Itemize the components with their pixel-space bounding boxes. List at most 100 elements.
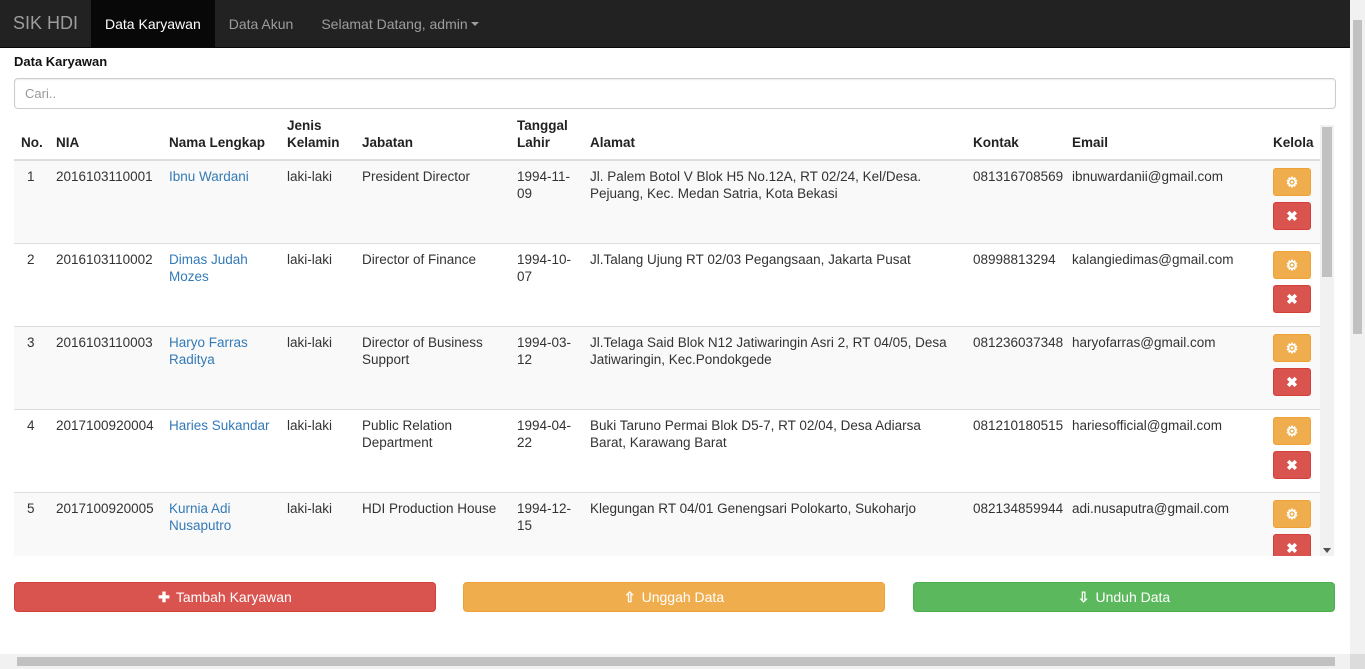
cell-nia: 2017100920005: [49, 492, 162, 556]
brand-link[interactable]: SIK HDI: [0, 0, 91, 47]
table-header-row: No. NIA Nama Lengkap Jenis Kelamin Jabat…: [14, 112, 1320, 161]
nav-data-karyawan[interactable]: Data Karyawan: [91, 0, 215, 47]
th-tanggal-lahir: Tanggal Lahir: [510, 112, 583, 161]
page-vertical-scrollbar-thumb[interactable]: [1353, 20, 1362, 334]
table-row: 3 2016103110003 Haryo Farras Raditya lak…: [14, 326, 1320, 410]
cell-kontak: 08998813294: [966, 243, 1065, 327]
edit-button[interactable]: ⚙: [1273, 500, 1311, 528]
nav-data-akun[interactable]: Data Akun: [215, 0, 308, 47]
employee-name-link[interactable]: Haries Sukandar: [169, 418, 270, 433]
employee-table-container: No. NIA Nama Lengkap Jenis Kelamin Jabat…: [14, 112, 1336, 556]
delete-button[interactable]: ✖: [1273, 368, 1311, 396]
cell-email: haryofarras@gmail.com: [1065, 326, 1266, 410]
cell-alamat: Jl.Talang Ujung RT 02/03 Pegangsaan, Jak…: [583, 243, 966, 327]
cell-jenis-kelamin: laki-laki: [280, 326, 355, 410]
delete-button[interactable]: ✖: [1273, 451, 1311, 479]
edit-button[interactable]: ⚙: [1273, 251, 1311, 279]
cell-email: hariesofficial@gmail.com: [1065, 409, 1266, 493]
cell-nama: Kurnia Adi Nusaputro: [162, 492, 280, 556]
cell-tanggal-lahir: 1994-12-15: [510, 492, 583, 556]
table-row: 2 2016103110002 Dimas Judah Mozes laki-l…: [14, 243, 1320, 327]
user-dropdown-label: Selamat Datang, admin: [321, 15, 468, 32]
cell-jenis-kelamin: laki-laki: [280, 159, 355, 244]
cell-kelola: ⚙ ✖: [1266, 159, 1320, 244]
employee-name-link[interactable]: Ibnu Wardani: [169, 169, 249, 184]
cell-email: kalangiedimas@gmail.com: [1065, 243, 1266, 327]
close-icon: ✖: [1286, 373, 1298, 390]
th-jabatan: Jabatan: [355, 112, 510, 161]
close-icon: ✖: [1286, 539, 1298, 556]
cell-nama: Ibnu Wardani: [162, 159, 280, 244]
cell-no: 3: [14, 326, 49, 410]
close-icon: ✖: [1286, 207, 1298, 224]
table-scrollbar[interactable]: [1320, 125, 1334, 556]
cell-jenis-kelamin: laki-laki: [280, 492, 355, 556]
nav-user-dropdown[interactable]: Selamat Datang, admin: [307, 0, 492, 47]
cell-jabatan: HDI Production House: [355, 492, 510, 556]
cell-email: adi.nusaputra@gmail.com: [1065, 492, 1266, 556]
delete-button[interactable]: ✖: [1273, 285, 1311, 313]
close-icon: ✖: [1286, 290, 1298, 307]
cell-kontak: 082134859944: [966, 492, 1065, 556]
add-employee-button[interactable]: ✚ Tambah Karyawan: [14, 582, 436, 612]
search-input[interactable]: [14, 78, 1336, 109]
delete-button[interactable]: ✖: [1273, 202, 1311, 230]
edit-button[interactable]: ⚙: [1273, 334, 1311, 362]
table-scrollbar-thumb[interactable]: [1322, 127, 1332, 277]
gear-icon: ⚙: [1285, 422, 1299, 439]
upload-data-label: Unggah Data: [641, 589, 725, 605]
table-row: 5 2017100920005 Kurnia Adi Nusaputro lak…: [14, 492, 1320, 556]
download-data-button[interactable]: ⇩ Unduh Data: [913, 582, 1335, 612]
upload-circle-icon: ⇧: [623, 588, 636, 605]
scroll-down-arrow-icon[interactable]: [1323, 548, 1331, 553]
upload-data-button[interactable]: ⇧ Unggah Data: [463, 582, 885, 612]
cell-kelola: ⚙ ✖: [1266, 326, 1320, 410]
cell-kontak: 081210180515: [966, 409, 1065, 493]
table-row: 1 2016103110001 Ibnu Wardani laki-laki P…: [14, 159, 1320, 244]
cell-no: 4: [14, 409, 49, 493]
cell-kontak: 081236037348: [966, 326, 1065, 410]
cell-kelola: ⚙ ✖: [1266, 409, 1320, 493]
cell-alamat: Klegungan RT 04/01 Genengsari Polokarto,…: [583, 492, 966, 556]
caret-down-icon: [470, 21, 479, 26]
th-no: No.: [14, 112, 49, 161]
cell-nia: 2016103110003: [49, 326, 162, 410]
edit-button[interactable]: ⚙: [1273, 417, 1311, 445]
cell-jabatan: Director of Business Support: [355, 326, 510, 410]
th-kontak: Kontak: [966, 112, 1065, 161]
th-jenis-kelamin: Jenis Kelamin: [280, 112, 355, 161]
cell-nama: Haryo Farras Raditya: [162, 326, 280, 410]
cell-jabatan: Director of Finance: [355, 243, 510, 327]
cell-tanggal-lahir: 1994-11-09: [510, 159, 583, 244]
page-horizontal-scrollbar-thumb[interactable]: [17, 657, 1335, 666]
cell-nia: 2017100920004: [49, 409, 162, 493]
cell-jenis-kelamin: laki-laki: [280, 243, 355, 327]
th-nia: NIA: [49, 112, 162, 161]
employee-name-link[interactable]: Haryo Farras Raditya: [169, 335, 248, 367]
gear-icon: ⚙: [1285, 505, 1299, 522]
employee-name-link[interactable]: Kurnia Adi Nusaputro: [169, 501, 231, 533]
plus-icon: ✚: [158, 588, 170, 605]
cell-nama: Dimas Judah Mozes: [162, 243, 280, 327]
th-kelola: Kelola: [1266, 112, 1320, 161]
cell-alamat: Jl. Palem Botol V Blok H5 No.12A, RT 02/…: [583, 159, 966, 244]
cell-tanggal-lahir: 1994-04-22: [510, 409, 583, 493]
page-horizontal-scrollbar[interactable]: [0, 654, 1350, 669]
employee-name-link[interactable]: Dimas Judah Mozes: [169, 252, 248, 284]
add-employee-label: Tambah Karyawan: [175, 589, 292, 605]
page-vertical-scrollbar[interactable]: [1350, 0, 1365, 654]
cell-kelola: ⚙ ✖: [1266, 492, 1320, 556]
cell-alamat: Jl.Telaga Said Blok N12 Jatiwaringin Asr…: [583, 326, 966, 410]
close-icon: ✖: [1286, 456, 1298, 473]
cell-nama: Haries Sukandar: [162, 409, 280, 493]
cell-nia: 2016103110001: [49, 159, 162, 244]
gear-icon: ⚙: [1285, 256, 1299, 273]
cell-kelola: ⚙ ✖: [1266, 243, 1320, 327]
delete-button[interactable]: ✖: [1273, 534, 1311, 556]
cell-nia: 2016103110002: [49, 243, 162, 327]
th-alamat: Alamat: [583, 112, 966, 161]
edit-button[interactable]: ⚙: [1273, 168, 1311, 196]
download-circle-icon: ⇩: [1077, 588, 1090, 605]
cell-no: 5: [14, 492, 49, 556]
cell-no: 2: [14, 243, 49, 327]
